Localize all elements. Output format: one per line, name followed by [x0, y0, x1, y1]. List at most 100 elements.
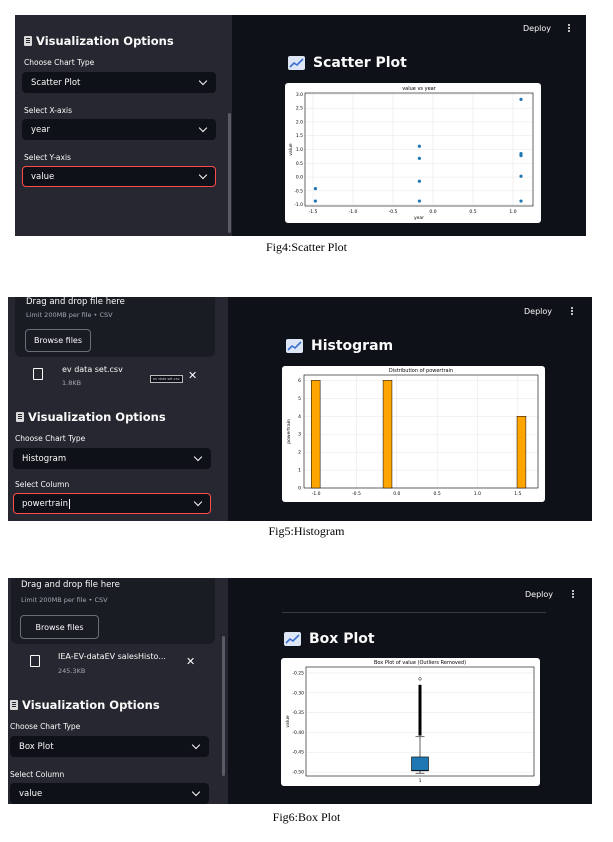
box	[411, 756, 429, 772]
scatter-chart: -1.5 -1.0 -0.5 0.0 0.5 1.0 -1.0 -0.5 0.0 0.5 1.0 1.…	[285, 83, 541, 223]
y-tick-label: -0.25	[292, 670, 304, 676]
y-tick-label: 3	[298, 432, 301, 438]
sidebar: Drag and drop file here Limit 200MB per …	[8, 297, 228, 521]
chart-type-select[interactable]: Histogram	[13, 448, 211, 469]
figure-caption: Fig5:Histogram	[268, 524, 345, 538]
chevron-down-icon	[193, 497, 203, 507]
scatter-point	[519, 199, 523, 203]
element-border	[282, 612, 546, 613]
clipboard-icon	[10, 700, 18, 710]
browse-files-button[interactable]: Browse files	[20, 615, 99, 639]
outlier-points	[418, 684, 422, 736]
browse-files-button[interactable]: Browse files	[25, 329, 91, 352]
x-tick-label: 0.0	[393, 491, 400, 497]
x-tick-label: 0.5	[434, 491, 441, 497]
chart-increasing-icon	[288, 56, 305, 70]
chevron-down-icon	[191, 787, 201, 797]
chevron-down-icon	[198, 76, 208, 86]
y-tick-label: 2	[298, 450, 301, 456]
x-tick-label: -1.5	[309, 209, 318, 215]
x-tick-label: 0.5	[469, 209, 476, 215]
chart-increasing-icon	[284, 632, 301, 646]
sidebar: Drag and drop file here Limit 200MB per …	[8, 578, 228, 804]
y-tick-label: -0.30	[292, 690, 304, 696]
y-tick-label: 2.5	[296, 106, 303, 112]
clipboard-icon	[24, 36, 32, 46]
screenshot-boxplot: Drag and drop file here Limit 200MB per …	[8, 578, 592, 804]
y-axis-label: value	[285, 715, 291, 728]
histogram-bar	[311, 380, 321, 489]
y-axis-select[interactable]: value	[22, 166, 216, 187]
y-tick-label: -1.0	[294, 202, 303, 208]
scatter-point	[313, 199, 317, 203]
screenshot-histogram: Drag and drop file here Limit 200MB per …	[8, 297, 592, 521]
y-tick-label: 3.0	[296, 92, 303, 98]
select-column-select[interactable]: value	[10, 783, 209, 804]
file-name: ev data set.csv	[62, 365, 123, 374]
remove-file-icon[interactable]: ✕	[188, 370, 197, 381]
main-area: Deploy Box Plot -0.25 -0.30 -0.35 -0.40 -0.4…	[228, 578, 592, 804]
chart-type-label: Choose Chart Type	[10, 722, 81, 731]
x-tick-label: -0.5	[389, 209, 398, 215]
screenshot-scatter: Visualization Options Choose Chart Type …	[15, 15, 586, 236]
y-tick-label: 0.5	[296, 161, 303, 167]
histogram-bar	[516, 416, 527, 489]
main-area: Deploy Histogram -1.0 -0.5 0.0 0.5 1.0 1.5 0 1 2…	[228, 297, 592, 521]
y-tick-label: -0.45	[292, 750, 304, 756]
scatter-point	[519, 153, 523, 158]
x-tick-label: 1.0	[509, 209, 516, 215]
chart-type-select[interactable]: Box Plot	[10, 736, 209, 757]
file-uploader[interactable]: Drag and drop file here Limit 200MB per …	[15, 297, 215, 357]
y-axis-label: value	[288, 143, 294, 156]
chart-type-select[interactable]: Scatter Plot	[22, 72, 216, 93]
y-tick-label: -0.35	[292, 710, 304, 716]
page-title: Histogram	[286, 338, 393, 354]
deploy-button[interactable]: Deploy	[523, 24, 551, 33]
x-tick-label: -1.0	[349, 209, 358, 215]
sidebar-scrollbar[interactable]	[228, 113, 231, 233]
remove-file-icon[interactable]: ✕	[186, 656, 195, 667]
select-column-label: Select Column	[15, 480, 70, 489]
file-uploader[interactable]: Drag and drop file here Limit 200MB per …	[11, 578, 215, 644]
page-title: Box Plot	[284, 631, 375, 647]
scatter-point	[519, 97, 523, 101]
file-size: 245.3KB	[58, 667, 86, 675]
select-column-input[interactable]: powertrain	[13, 493, 211, 514]
x-tick-label: 0.0	[429, 209, 436, 215]
deploy-button[interactable]: Deploy	[525, 590, 553, 599]
y-tick-label: 1	[298, 468, 301, 474]
chart-increasing-icon	[286, 339, 303, 353]
main-menu-icon[interactable]	[572, 590, 574, 592]
drop-text: Drag and drop file here	[26, 297, 125, 307]
y-tick-label: 1.0	[296, 147, 303, 153]
scatter-point	[417, 199, 421, 203]
chevron-down-icon	[198, 123, 208, 133]
y-tick-label: 0	[298, 486, 301, 492]
plot-frame	[303, 374, 539, 489]
histogram-bar	[382, 380, 393, 489]
y-tick-label: -0.5	[294, 188, 303, 194]
main-area: Deploy Scatter Plot -1.5 -1.0 -0.5 0.0 0.5 1.…	[232, 15, 586, 236]
drop-text: Drag and drop file here	[21, 580, 120, 590]
chart-type-label: Choose Chart Type	[15, 434, 86, 443]
figure-caption: Fig6:Box Plot	[272, 810, 341, 824]
visualization-options-title: Visualization Options	[10, 698, 160, 712]
x-axis-select[interactable]: year	[22, 119, 216, 140]
chevron-down-icon	[193, 452, 203, 462]
y-tick-label: -0.40	[292, 730, 304, 736]
clipboard-icon	[16, 412, 24, 422]
x-axis-label: Select X-axis	[24, 106, 73, 115]
main-menu-icon[interactable]	[571, 307, 573, 309]
chevron-down-icon	[191, 740, 201, 750]
histogram-chart: -1.0 -0.5 0.0 0.5 1.0 1.5 0 1 2 3 4 5 6 Distribution …	[282, 366, 545, 502]
main-menu-icon[interactable]	[568, 24, 570, 26]
x-tick-label: -1.0	[312, 491, 321, 497]
file-name: IEA-EV-dataEV salesHisto...	[58, 652, 166, 661]
x-axis-label: year	[414, 215, 424, 221]
visualization-options-title: Visualization Options	[16, 410, 166, 424]
y-tick-label: 1.5	[296, 133, 303, 139]
y-tick-label: 5	[298, 396, 301, 402]
x-tick-label: 1.0	[474, 491, 481, 497]
sidebar-scrollbar[interactable]	[222, 636, 225, 776]
deploy-button[interactable]: Deploy	[524, 307, 552, 316]
